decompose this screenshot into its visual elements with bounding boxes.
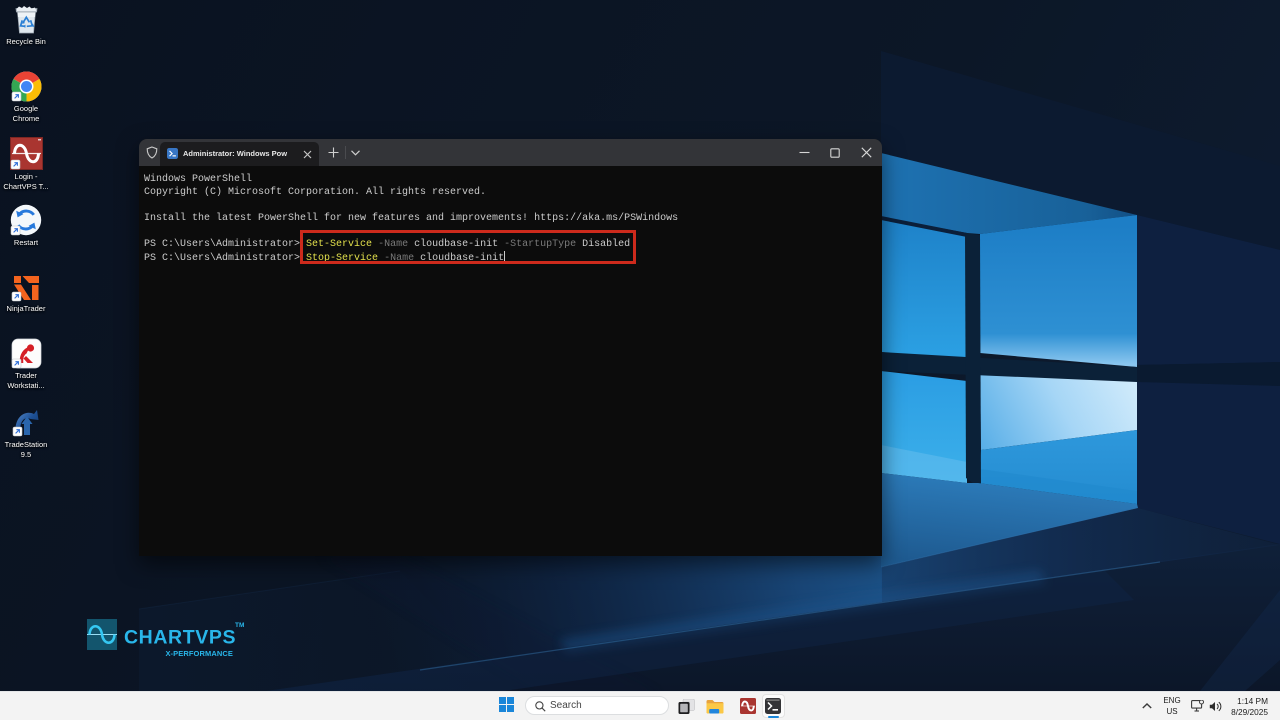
svg-text:CHARTVPS: CHARTVPS — [124, 627, 236, 649]
svg-text:TM: TM — [235, 622, 244, 629]
svg-text:X-PERFORMANCE: X-PERFORMANCE — [165, 649, 233, 658]
